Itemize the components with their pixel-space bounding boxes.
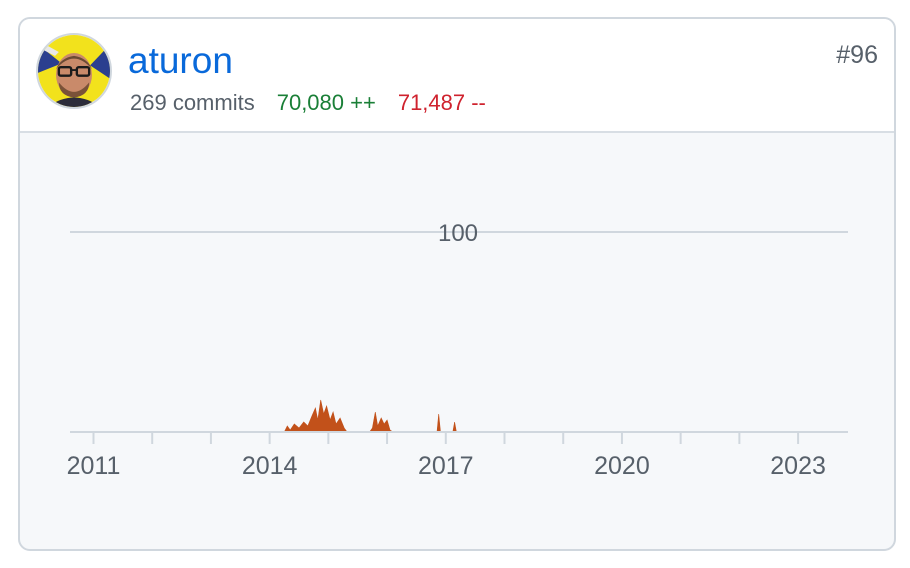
contributor-stats: 269 commits 70,080 ++ 71,487 -- xyxy=(130,89,486,117)
x-tick-label: 2011 xyxy=(67,452,121,480)
contributor-header: aturon 269 commits 70,080 ++ 71,487 -- #96 xyxy=(20,19,894,133)
contributor-rank: #96 xyxy=(836,41,878,69)
contributor-username-link[interactable]: aturon xyxy=(128,39,233,83)
x-tick-label: 2017 xyxy=(418,452,474,480)
x-tick-label: 2014 xyxy=(242,452,298,480)
y-tick-label: 100 xyxy=(438,220,478,247)
avatar[interactable] xyxy=(36,33,112,109)
commits-count: 269 commits xyxy=(130,90,255,115)
series-area-0 xyxy=(283,399,457,433)
deletions-count: 71,487 -- xyxy=(397,90,486,115)
additions-count: 70,080 ++ xyxy=(276,90,376,115)
contributor-card: aturon 269 commits 70,080 ++ 71,487 -- #96… xyxy=(18,17,896,551)
x-tick-label: 2023 xyxy=(770,452,826,480)
avatar-photo-icon xyxy=(38,35,110,107)
x-tick-label: 2020 xyxy=(594,452,650,480)
contributions-chart: 100 2011 2014 2017 2020 2023 xyxy=(67,220,848,480)
